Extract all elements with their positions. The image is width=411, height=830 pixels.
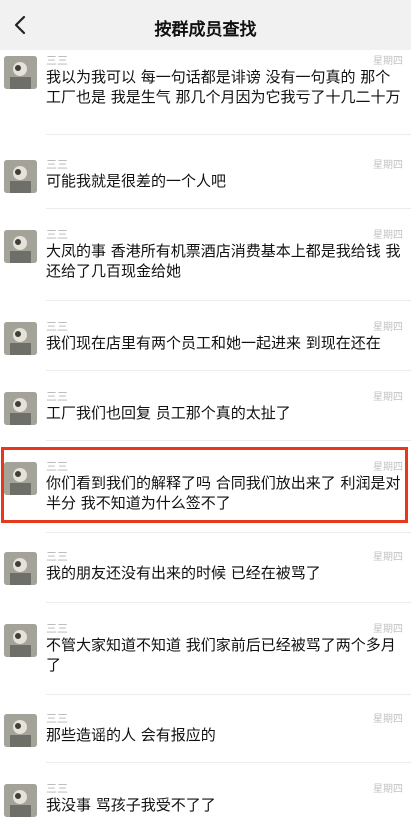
message-time: 星期四 xyxy=(373,624,403,635)
avatar[interactable] xyxy=(4,552,37,585)
message-text: 大凤的事 香港所有机票酒店消费基本上都是我给钱 我还给了几百现金给她 xyxy=(46,242,401,280)
message-time: 星期四 xyxy=(373,56,403,67)
message-text: 我们现在店里有两个员工和她一起进来 到现在还在 xyxy=(46,334,381,352)
sender-name: 三三 xyxy=(46,390,68,403)
sender-name: 三三 xyxy=(46,158,68,171)
sender-name: 三三 xyxy=(46,320,68,333)
avatar[interactable] xyxy=(4,56,37,89)
divider xyxy=(46,208,411,209)
divider xyxy=(46,370,411,371)
avatar[interactable] xyxy=(4,392,37,425)
avatar[interactable] xyxy=(4,322,37,355)
sender-name: 三三 xyxy=(46,54,68,67)
divider xyxy=(46,602,411,603)
nav-bar: 按群成员查找 xyxy=(0,0,411,50)
divider xyxy=(46,694,411,695)
sender-name: 三三 xyxy=(46,622,68,635)
avatar[interactable] xyxy=(4,784,37,817)
avatar[interactable] xyxy=(4,714,37,747)
message-text: 那些造谣的人 会有报应的 xyxy=(46,726,216,744)
highlight-box xyxy=(1,447,408,523)
message-time: 星期四 xyxy=(373,784,403,795)
divider xyxy=(46,532,411,533)
message-time: 星期四 xyxy=(373,714,403,725)
message-time: 星期四 xyxy=(373,160,403,171)
page-title: 按群成员查找 xyxy=(154,20,257,40)
avatar[interactable] xyxy=(4,230,37,263)
sender-name: 三三 xyxy=(46,782,68,795)
message-time: 星期四 xyxy=(373,230,403,241)
sender-name: 三三 xyxy=(46,712,68,725)
sender-name: 三三 xyxy=(46,550,68,563)
divider xyxy=(46,300,411,301)
avatar[interactable] xyxy=(4,160,37,193)
message-text: 工厂我们也回复 员工那个真的太扯了 xyxy=(46,404,291,422)
message-text: 我没事 骂孩子我受不了了 xyxy=(46,796,216,814)
message-text: 不管大家知道不知道 我们家前后已经被骂了两个多月了 xyxy=(46,636,396,674)
sender-name: 三三 xyxy=(46,228,68,241)
message-text: 我以为我可以 每一句话都是诽谤 没有一句真的 那个工厂也是 我是生气 那几个月因… xyxy=(46,68,401,106)
message-time: 星期四 xyxy=(373,322,403,333)
divider xyxy=(46,762,411,763)
message-text: 可能我就是很差的一个人吧 xyxy=(46,172,227,190)
divider xyxy=(46,440,411,441)
message-time: 星期四 xyxy=(373,392,403,403)
divider xyxy=(46,134,411,135)
message-time: 星期四 xyxy=(373,552,403,563)
message-text: 我的朋友还没有出来的时候 已经在被骂了 xyxy=(46,564,321,582)
avatar[interactable] xyxy=(4,624,37,657)
